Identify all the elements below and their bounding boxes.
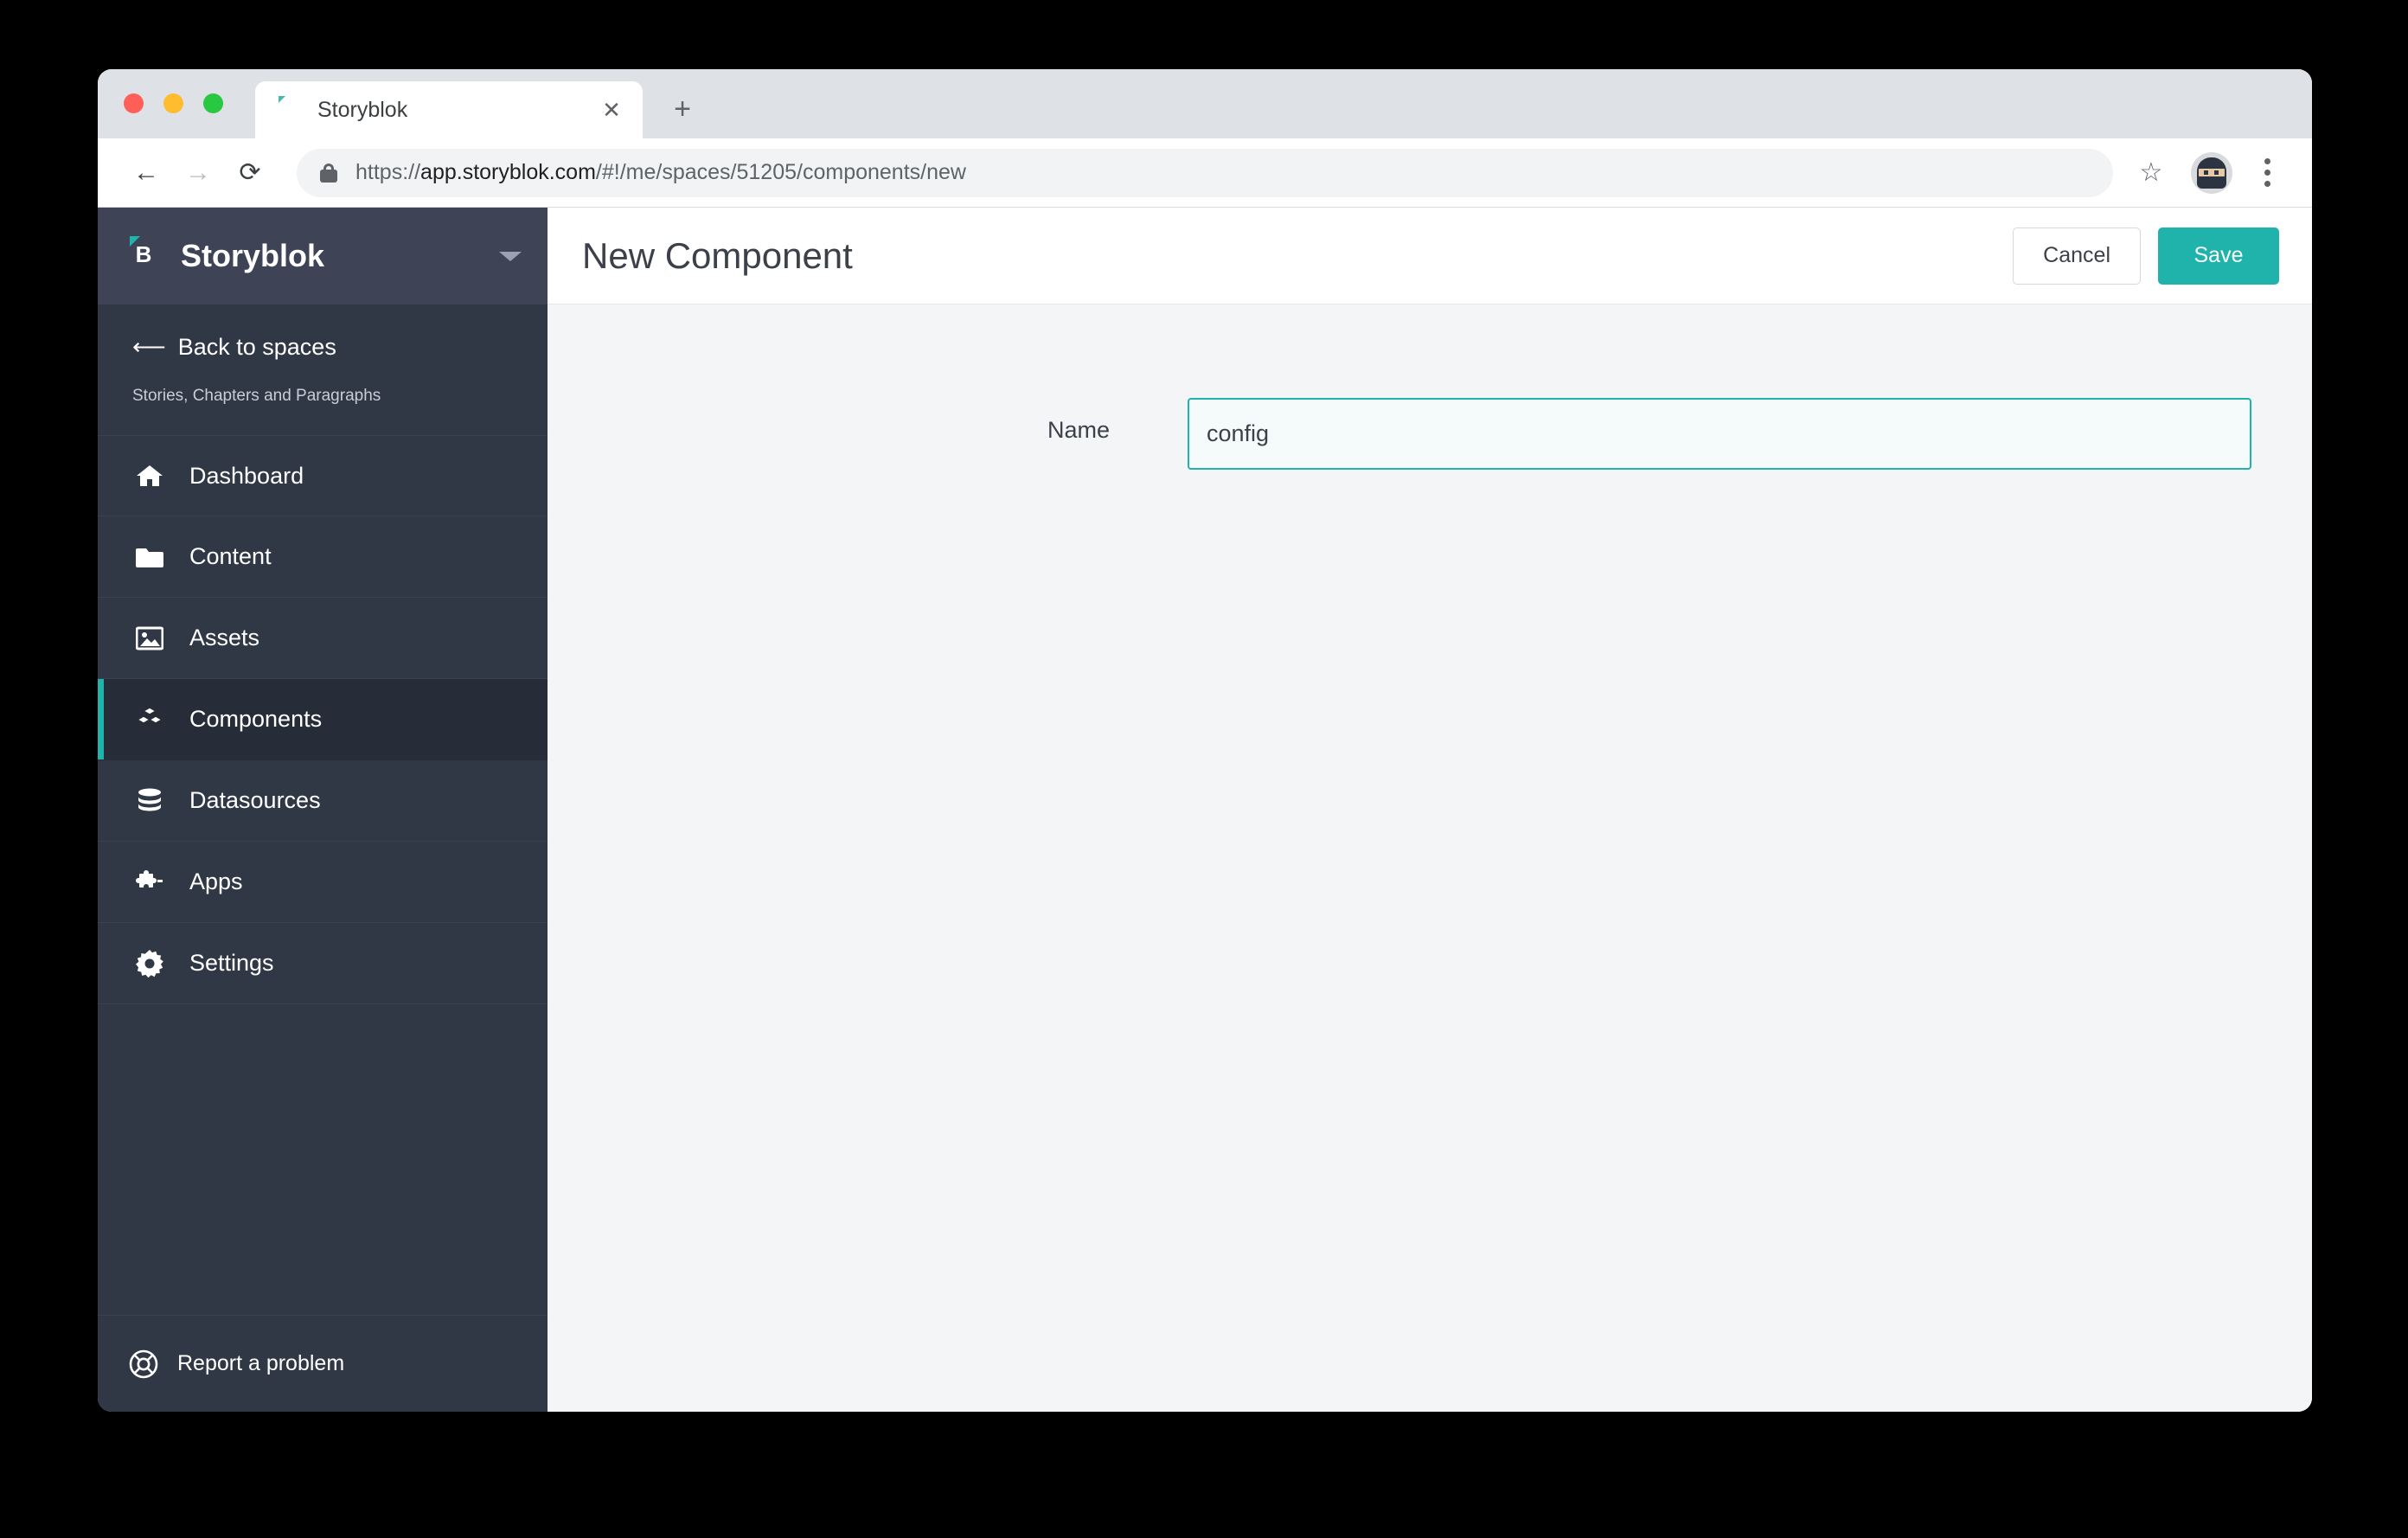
name-input[interactable]: [1188, 398, 2251, 470]
sidebar-item-label: Settings: [189, 950, 274, 976]
sidebar: B Storyblok ⟵ Back to spaces Stories, Ch…: [98, 208, 548, 1412]
sidebar-item-datasources[interactable]: Datasources: [98, 760, 548, 842]
url-path: /#!/me/spaces/51205/components/new: [595, 160, 966, 184]
folder-icon: [132, 542, 167, 572]
sidebar-item-dashboard[interactable]: Dashboard: [98, 435, 548, 516]
home-icon: [132, 461, 167, 490]
name-label: Name: [1047, 417, 1110, 443]
sidebar-item-apps[interactable]: Apps: [98, 842, 548, 923]
gear-icon: [132, 949, 167, 978]
lifebuoy-icon: [129, 1349, 158, 1379]
cancel-button[interactable]: Cancel: [2013, 227, 2141, 285]
close-window-button[interactable]: [124, 93, 144, 113]
sidebar-item-label: Components: [189, 706, 323, 732]
back-to-spaces-link[interactable]: ⟵ Back to spaces: [98, 304, 548, 361]
app-shell: B Storyblok ⟵ Back to spaces Stories, Ch…: [98, 208, 2312, 1412]
lock-icon: [319, 162, 338, 184]
sidebar-item-label: Content: [189, 543, 272, 569]
sidebar-item-content[interactable]: Content: [98, 516, 548, 598]
sidebar-item-components[interactable]: Components: [98, 679, 548, 760]
browser-window: B Storyblok ✕ + ← → ⟳ https://app.storyb…: [98, 69, 2312, 1412]
sidebar-item-label: Datasources: [189, 787, 321, 813]
browser-action-icons: ☆: [2127, 149, 2290, 197]
reload-icon[interactable]: ⟳: [224, 147, 276, 199]
report-problem-button[interactable]: Report a problem: [98, 1315, 548, 1412]
database-icon: [132, 786, 167, 816]
report-problem-label: Report a problem: [177, 1351, 345, 1375]
puzzle-icon: [132, 868, 167, 897]
window-traffic-lights: [124, 93, 223, 113]
browser-tab-strip: B Storyblok ✕ +: [98, 69, 2312, 138]
sidebar-nav: Dashboard Content Assets Components Data…: [98, 435, 548, 1004]
back-to-spaces-label: Back to spaces: [177, 334, 336, 360]
sidebar-item-label: Dashboard: [189, 462, 304, 489]
star-icon[interactable]: ☆: [2127, 149, 2175, 197]
space-switcher[interactable]: B Storyblok: [98, 208, 548, 304]
three-dots-menu-icon[interactable]: [2245, 149, 2290, 197]
save-button[interactable]: Save: [2158, 227, 2279, 285]
address-bar[interactable]: https://app.storyblok.com/#!/me/spaces/5…: [297, 148, 2113, 197]
browser-toolbar: ← → ⟳ https://app.storyblok.com/#!/me/sp…: [98, 138, 2312, 208]
storyblok-logo-icon: B: [135, 241, 152, 267]
sidebar-item-label: Assets: [189, 625, 260, 650]
name-form-row: Name: [548, 398, 2312, 470]
main-area: New Component Cancel Save Name: [548, 208, 2312, 1412]
arrow-left-icon: ⟵: [132, 334, 166, 360]
sidebar-item-label: Apps: [189, 868, 243, 894]
maximize-window-button[interactable]: [203, 93, 223, 113]
brand-name: Storyblok: [181, 238, 325, 273]
image-icon: [132, 624, 167, 653]
address-bar-url: https://app.storyblok.com/#!/me/spaces/5…: [355, 160, 966, 185]
sidebar-item-assets[interactable]: Assets: [98, 598, 548, 679]
space-description: Stories, Chapters and Paragraphs: [132, 387, 381, 405]
minimize-window-button[interactable]: [163, 93, 183, 113]
url-scheme: https://: [355, 160, 421, 184]
page-header: New Component Cancel Save: [548, 208, 2312, 304]
blocks-icon: [132, 705, 167, 734]
storyblok-favicon: B: [282, 100, 291, 114]
browser-tab-title: Storyblok: [317, 97, 408, 122]
url-host: app.storyblok.com: [420, 160, 596, 184]
browser-tab[interactable]: B Storyblok ✕: [255, 81, 643, 138]
close-icon[interactable]: ✕: [592, 91, 631, 129]
ninja-avatar-icon[interactable]: [2191, 151, 2232, 194]
arrow-right-icon[interactable]: →: [172, 147, 224, 199]
arrow-left-icon[interactable]: ←: [120, 147, 172, 199]
sidebar-item-settings[interactable]: Settings: [98, 923, 548, 1004]
form-content: Name: [548, 304, 2312, 1412]
page-title: New Component: [582, 234, 853, 276]
chevron-down-icon[interactable]: [499, 251, 522, 261]
new-tab-button[interactable]: +: [658, 85, 707, 133]
